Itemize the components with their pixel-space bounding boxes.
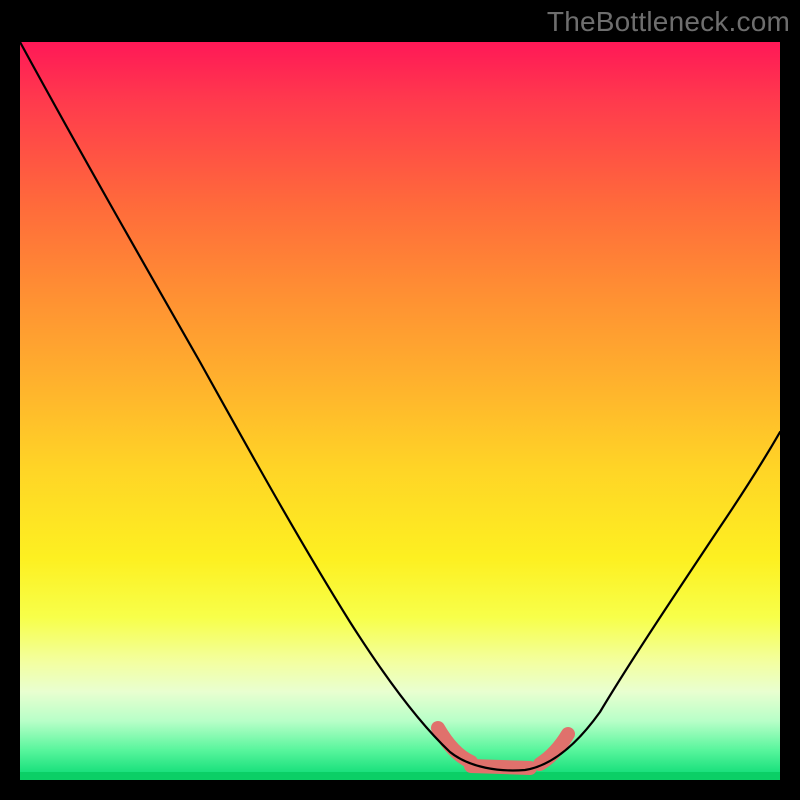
plot-area — [20, 42, 780, 780]
curve-svg — [20, 42, 780, 780]
chart-container: TheBottleneck.com — [0, 0, 800, 800]
main-curve — [20, 42, 780, 770]
watermark-text: TheBottleneck.com — [547, 6, 790, 38]
